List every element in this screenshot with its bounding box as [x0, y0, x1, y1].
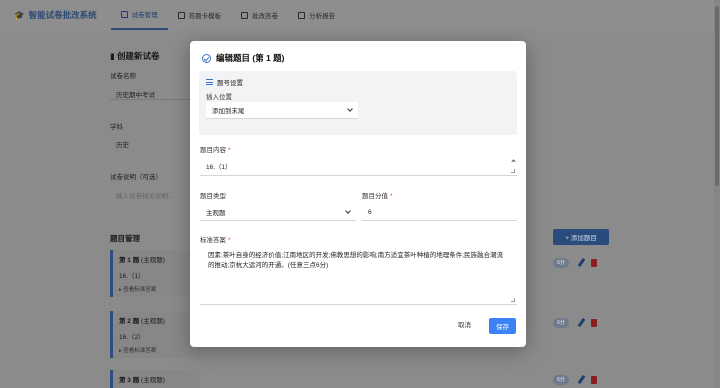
question-number: 第 1 题: [119, 257, 140, 264]
graduation-cap-icon: 🎓: [14, 9, 25, 20]
question-content: 16.（2）: [119, 334, 145, 341]
content-label: 题目内容 *: [200, 147, 231, 154]
document-icon: ▮: [110, 51, 118, 61]
brand: 🎓 智能试卷批改系统: [14, 9, 97, 21]
check-circle-icon: [202, 53, 211, 63]
exam-name-label: 试卷名称: [110, 73, 136, 80]
tab-exam-management[interactable]: 试卷管理: [110, 0, 168, 30]
tab-label: 分析报告: [309, 13, 336, 20]
chart-icon: [298, 11, 306, 19]
tab-label: 答题卡模板: [188, 13, 222, 20]
chevron-down-icon: [345, 208, 351, 214]
score-label: 题目分值 *: [362, 193, 393, 200]
content-input[interactable]: 16.（1）: [200, 156, 517, 176]
add-question-button[interactable]: + 添加题目: [553, 229, 609, 245]
subject-input[interactable]: 历史: [116, 139, 129, 149]
tab-label: 批改答卷: [252, 13, 279, 20]
dialog-header: 编辑题目 (第 1 题): [202, 52, 284, 64]
spin-up-icon: [511, 159, 516, 164]
question-type: (主观题): [141, 318, 165, 325]
description-input[interactable]: 输入试卷相关说明...: [116, 190, 173, 200]
question-type-label: 题目类型: [200, 193, 226, 200]
question-type: (主观题): [141, 377, 165, 384]
question-number: 第 3 题: [119, 377, 140, 384]
score-badge: 6分: [553, 375, 569, 385]
question-content: 16.（1）: [119, 273, 145, 280]
answer-label: 标准答案 *: [200, 237, 231, 244]
insert-position-select[interactable]: 添加到末尾: [206, 102, 358, 119]
question-number: 第 2 题: [119, 318, 140, 325]
edit-icon: [241, 11, 249, 19]
grid-icon: [177, 11, 185, 19]
delete-trash-icon[interactable]: [591, 259, 597, 267]
list-icon: [206, 79, 213, 85]
standard-answer-textarea[interactable]: 因素:茶叶自身的经济价值;江南地区的开发;佛教思想的影响;南方适宜茶叶种植的地理…: [200, 245, 517, 305]
create-exam-title: ▮ 创建新试卷: [110, 51, 160, 61]
view-answer-link[interactable]: ▸ 查看标准答案: [119, 285, 194, 293]
top-nav: 🎓 智能试卷批改系统 试卷管理 答题卡模板 批改答卷 分析报告: [0, 0, 720, 30]
score-input[interactable]: 6: [362, 204, 517, 221]
chevron-down-icon: [347, 106, 353, 112]
tab-label: 试卷管理: [131, 12, 158, 19]
description-label: 试卷说明（可选）: [110, 174, 162, 181]
dialog-title: 编辑题目 (第 1 题): [216, 53, 285, 63]
brand-name: 智能试卷批改系统: [28, 10, 97, 20]
delete-trash-icon[interactable]: [591, 319, 597, 327]
question-card[interactable]: 第 3 题 (主观题): [110, 370, 200, 388]
question-type-select[interactable]: 主观题: [200, 204, 356, 221]
exam-name-underline: [110, 86, 192, 100]
cancel-button[interactable]: 取消: [458, 319, 471, 329]
tab-grade-answers[interactable]: 批改答卷: [231, 0, 288, 30]
section-title: 题号设置: [217, 80, 243, 87]
subject-label: 学科: [110, 124, 123, 131]
delete-trash-icon[interactable]: [591, 376, 597, 384]
score-badge: 6分: [553, 258, 569, 268]
question-card[interactable]: 第 1 题 (主观题) 16.（1） ▸ 查看标准答案: [110, 250, 200, 297]
question-number-section: 题号设置 插入位置 添加到末尾: [199, 71, 517, 135]
tab-answer-sheet-template[interactable]: 答题卡模板: [168, 0, 232, 30]
document-icon: [120, 10, 128, 18]
view-answer-link[interactable]: ▸ 查看标准答案: [119, 346, 194, 354]
tab-analysis-report[interactable]: 分析报告: [288, 0, 345, 30]
questions-title: 题目管理: [110, 234, 140, 243]
resize-handle[interactable]: [511, 169, 515, 173]
save-button[interactable]: 保存: [489, 318, 516, 334]
edit-question-dialog: 编辑题目 (第 1 题) 题号设置 插入位置 添加到末尾 题目内容 * 16.（1…: [190, 41, 526, 347]
question-type: (主观题): [141, 257, 165, 264]
resize-handle[interactable]: [511, 298, 515, 302]
scrollbar-thumb[interactable]: [715, 6, 719, 186]
score-badge: 6分: [553, 318, 569, 328]
question-card[interactable]: 第 2 题 (主观题) 16.（2） ▸ 查看标准答案: [110, 311, 200, 358]
insert-position-label: 插入位置: [206, 94, 232, 101]
